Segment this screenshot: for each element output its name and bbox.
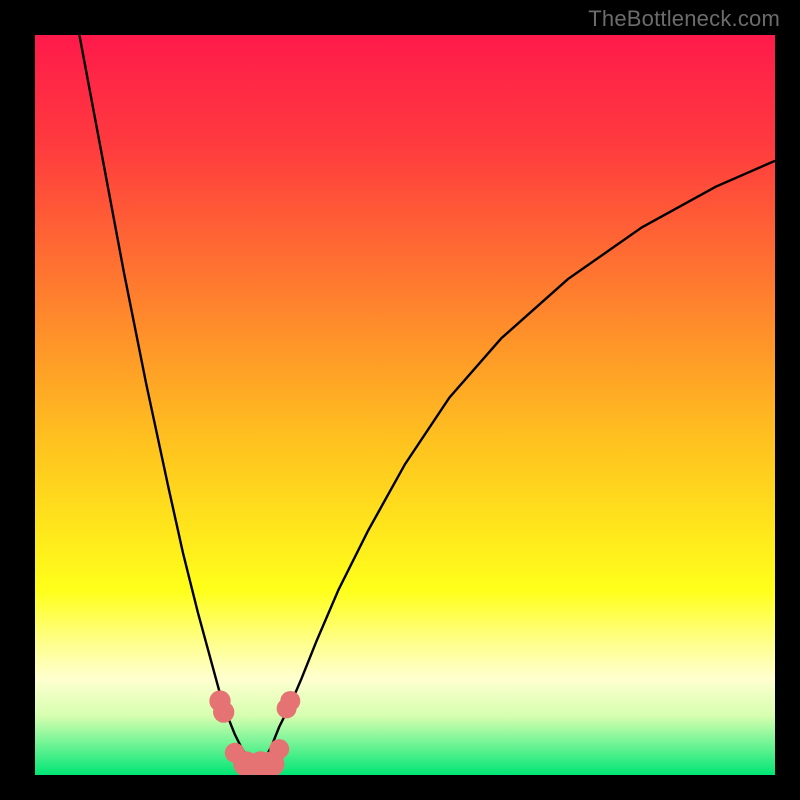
data-marker <box>269 739 289 759</box>
data-marker <box>280 691 300 711</box>
watermark-text: TheBottleneck.com <box>588 6 780 32</box>
chart-svg <box>35 35 775 775</box>
chart-frame: TheBottleneck.com <box>0 0 800 800</box>
chart-plot-area <box>35 35 775 775</box>
data-marker <box>213 701 234 722</box>
gradient-background <box>35 35 775 775</box>
